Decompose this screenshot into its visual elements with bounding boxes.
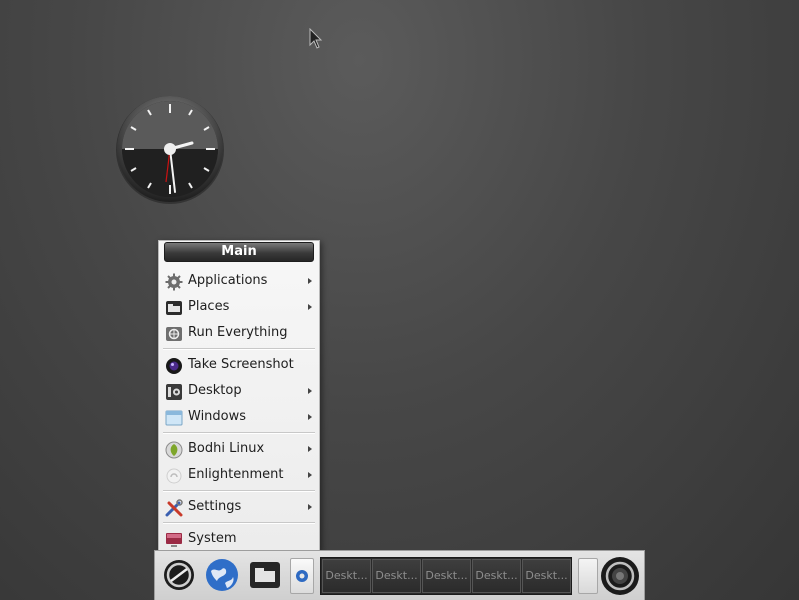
start-menu-icon[interactable] [162,557,196,593]
submenu-arrow-icon [308,446,312,452]
menu-item-applications[interactable]: Applications [159,269,319,293]
submenu-arrow-icon [308,472,312,478]
menu-separator [163,490,315,492]
menu-item-bodhi-linux[interactable]: Bodhi Linux [159,437,319,461]
clock-gadget[interactable] [114,94,226,206]
file-manager-icon[interactable] [248,557,282,593]
menu-item-label: Bodhi Linux [188,441,265,456]
pager-desktop-4[interactable]: Deskt... [472,559,521,593]
menu-item-take-screenshot[interactable]: Take Screenshot [159,353,319,377]
menu-separator [163,348,315,350]
submenu-arrow-icon [308,414,312,420]
menu-title: Main [164,242,314,262]
submenu-arrow-icon [308,504,312,510]
menu-item-run-everything[interactable]: Run Everything [159,321,319,345]
menu-item-places[interactable]: Places [159,295,319,319]
menu-item-windows[interactable]: Windows [159,405,319,429]
windows-icon [165,410,183,426]
bodhi-leaf-icon [165,441,183,459]
camera-icon [166,358,182,374]
mouse-cursor-icon [309,28,323,49]
submenu-arrow-icon [308,304,312,310]
menu-item-label: Places [188,299,230,314]
menu-item-label: Settings [188,499,242,514]
desktop-pager: Deskt... Deskt... Deskt... Deskt... Desk… [320,557,572,595]
pager-desktop-2[interactable]: Deskt... [372,559,421,593]
menu-item-desktop[interactable]: Desktop [159,379,319,403]
settings-tools-icon [165,499,183,517]
menu-item-label: Windows [188,409,247,424]
submenu-arrow-icon [308,278,312,284]
run-everything-icon [166,327,182,341]
power-button-icon[interactable] [600,556,640,596]
menu-item-label: System [188,531,237,546]
enlightenment-icon [166,468,182,484]
bottom-shelf: Deskt... Deskt... Deskt... Deskt... Desk… [154,550,645,600]
menu-item-enlightenment[interactable]: Enlightenment [159,463,319,487]
menu-item-label: Run Everything [188,325,288,340]
menu-item-settings[interactable]: Settings [159,495,319,519]
pager-toggle[interactable] [290,558,314,594]
pager-desktop-3[interactable]: Deskt... [422,559,471,593]
pager-desktop-1[interactable]: Deskt... [322,559,371,593]
menu-item-label: Take Screenshot [188,357,294,372]
menu-item-label: Applications [188,273,268,288]
menu-separator [163,432,315,434]
desktop-icon [166,384,182,400]
web-browser-globe-icon[interactable] [205,557,239,593]
submenu-arrow-icon [308,388,312,394]
systray[interactable] [578,558,598,594]
system-monitor-icon [166,533,182,547]
pager-desktop-5[interactable]: Deskt... [522,559,571,593]
main-menu: Main Applications Places Run Everything … [158,240,320,552]
gear-icon [165,273,183,291]
menu-item-label: Enlightenment [188,467,284,482]
menu-item-label: Desktop [188,383,242,398]
menu-item-system[interactable]: System [159,527,319,551]
menu-separator [163,522,315,524]
folder-icon [166,301,182,315]
gear-badge-icon [296,570,308,582]
